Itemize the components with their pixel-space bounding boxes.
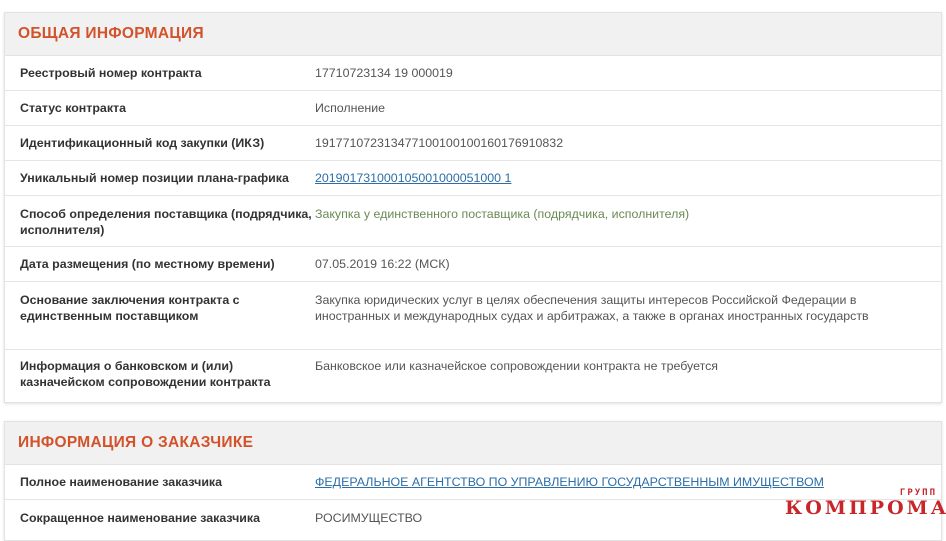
row-label: Статус контракта xyxy=(20,101,126,115)
customer-info-header: ИНФОРМАЦИЯ О ЗАКАЗЧИКЕ xyxy=(5,422,941,465)
row-label: Полное наименование заказчика xyxy=(20,475,223,489)
row-supplier-method: Способ определения поставщика (подрядчик… xyxy=(5,196,941,247)
row-value: 07.05.2019 16:22 (МСК) xyxy=(315,257,450,271)
row-value: Закупка у единственного поставщика (подр… xyxy=(315,207,690,221)
row-label: Способ определения поставщика (подрядчик… xyxy=(20,207,312,237)
general-info-card: ОБЩАЯ ИНФОРМАЦИЯ Реестровый номер контра… xyxy=(4,12,942,403)
row-contract-basis: Основание заключения контракта с единств… xyxy=(5,282,941,350)
row-ikz: Идентификационный код закупки (ИКЗ) 1917… xyxy=(5,126,941,161)
row-label: Сокращенное наименование заказчика xyxy=(20,510,260,525)
row-bank-support: Информация о банковском и (или) казначей… xyxy=(5,350,941,401)
customer-name-link[interactable]: ФЕДЕРАЛЬНОЕ АГЕНТСТВО ПО УПРАВЛЕНИЮ ГОСУ… xyxy=(315,475,824,489)
row-registry-number: Реестровый номер контракта 17710723134 1… xyxy=(5,56,941,91)
row-value: 201901731000105001000051000 1 xyxy=(315,170,941,186)
row-label: Идентификационный код закупки (ИКЗ) xyxy=(20,136,265,150)
customer-info-title: ИНФОРМАЦИЯ О ЗАКАЗЧИКЕ xyxy=(18,434,254,451)
row-label: Основание заключения контракта с единств… xyxy=(20,293,240,323)
general-info-header: ОБЩАЯ ИНФОРМАЦИЯ xyxy=(5,13,941,56)
row-value: Исполнение xyxy=(315,101,386,115)
kompromat-watermark: ГРУПП КОМПРОМАТ xyxy=(785,488,946,528)
general-info-title: ОБЩАЯ ИНФОРМАЦИЯ xyxy=(18,25,204,42)
row-label: Реестровый номер контракта xyxy=(20,66,202,80)
plan-position-link[interactable]: 201901731000105001000051000 1 xyxy=(315,171,511,185)
row-contract-status: Статус контракта Исполнение xyxy=(5,91,941,126)
row-value: Банковское или казначейское сопровождени… xyxy=(315,359,719,373)
row-label: Дата размещения (по местному времени) xyxy=(20,257,275,271)
watermark-big-text: КОМПРОМАТ xyxy=(785,497,946,519)
row-publish-date: Дата размещения (по местному времени) 07… xyxy=(5,247,941,282)
row-label: Уникальный номер позиции плана-графика xyxy=(20,171,289,185)
row-value: 17710723134 19 000019 xyxy=(315,66,453,80)
row-plan-position: Уникальный номер позиции плана-графика 2… xyxy=(5,161,941,196)
row-value: 191771072313477100100100160176910832 xyxy=(315,136,564,150)
row-label: Информация о банковском и (или) казначей… xyxy=(20,359,271,389)
row-value: Закупка юридических услуг в целях обеспе… xyxy=(315,293,869,323)
